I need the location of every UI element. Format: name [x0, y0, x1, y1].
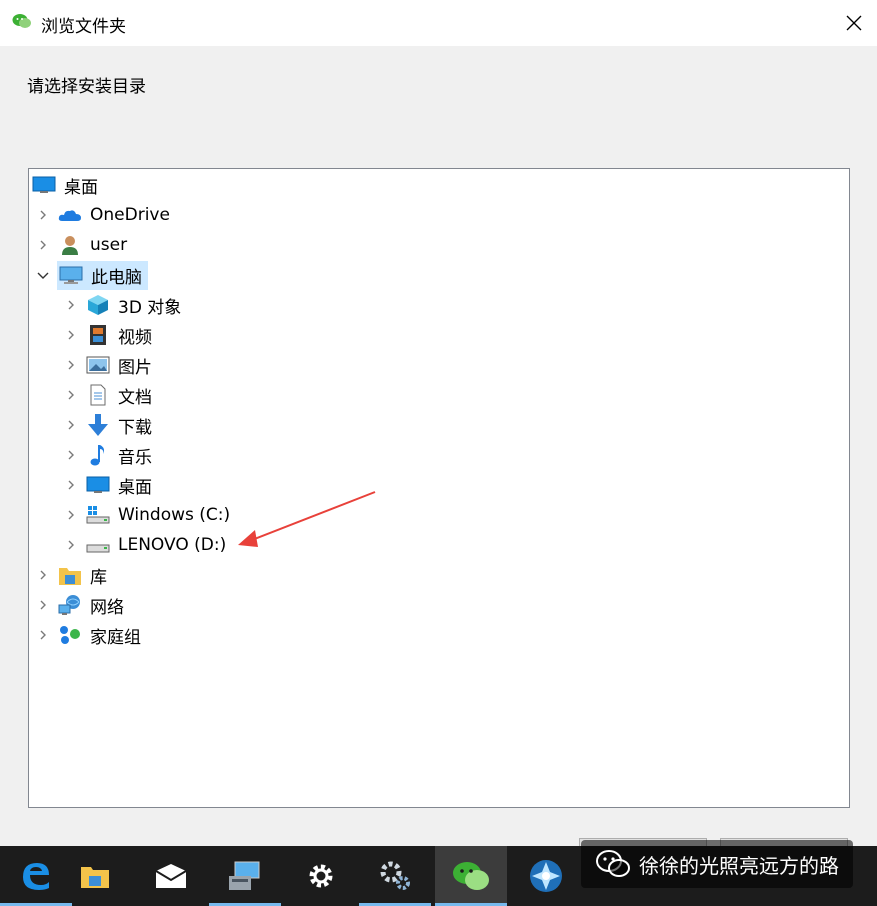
watermark: 徐徐的光照亮远方的路: [581, 840, 853, 888]
settings-gears-icon: [380, 861, 410, 890]
taskbar-mail[interactable]: [135, 846, 207, 906]
wechat-icon: [453, 862, 489, 890]
taskbar-settings-2[interactable]: [359, 846, 431, 906]
app-icon: [530, 860, 562, 892]
watermark-text: 徐徐的光照亮远方的路: [639, 853, 839, 878]
edge-icon: [23, 863, 49, 890]
taskbar-file-explorer[interactable]: [59, 846, 131, 906]
settings-gear-icon: [309, 864, 333, 888]
taskbar-settings[interactable]: [285, 846, 357, 906]
mail-icon: [155, 864, 187, 888]
file-explorer-icon: [81, 867, 109, 888]
wechat-icon: [596, 850, 630, 877]
taskbar-wechat[interactable]: [435, 846, 507, 906]
taskbar-app[interactable]: [510, 846, 582, 906]
taskbar-control-panel[interactable]: [209, 846, 281, 906]
annotation-arrow: [238, 491, 376, 547]
control-panel-icon: [229, 861, 260, 890]
